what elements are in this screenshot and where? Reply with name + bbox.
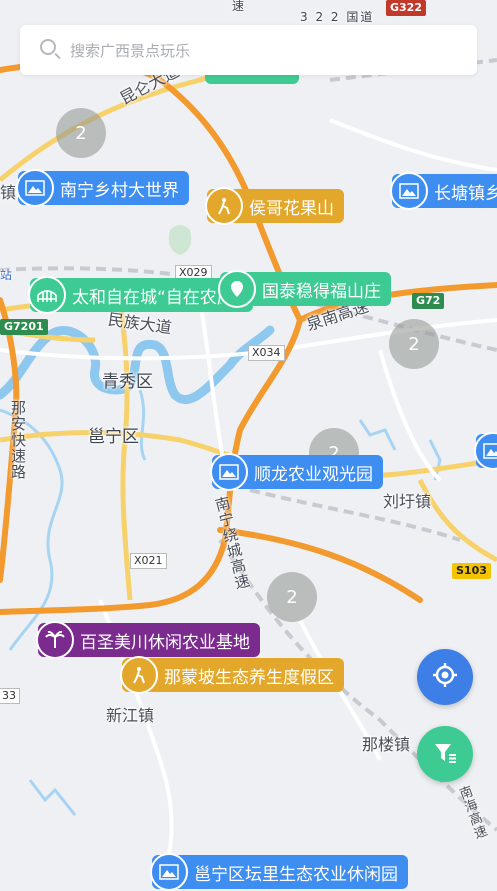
shield-g72: G72 (412, 293, 445, 309)
cluster-marker[interactable]: 2 (267, 572, 317, 622)
cluster-marker[interactable]: 2 (389, 319, 439, 369)
shield-x021: X021 (130, 553, 167, 569)
road-label-top: 速 (232, 0, 245, 13)
poi-label: 百圣美川休闲农业基地 (80, 632, 250, 653)
search-bar[interactable] (20, 25, 477, 77)
target-icon (431, 661, 459, 693)
shield-g322: G322 (386, 0, 426, 16)
mountain-icon (210, 453, 248, 491)
poi-marker[interactable]: 那蒙坡生态养生度假区 (120, 656, 344, 694)
place-liuxu: 刘圩镇 (383, 492, 432, 511)
poi-marker[interactable]: 长塘镇乡 (390, 172, 497, 210)
poi-label: 国泰稳得福山庄 (262, 281, 381, 302)
search-icon (40, 39, 56, 55)
place-zhen-partial: 镇 (0, 183, 17, 202)
place-zhan-partial: 站 (0, 268, 13, 282)
poi-marker[interactable]: 侯哥花果山 (205, 187, 344, 225)
mountain-icon (16, 169, 54, 207)
shield-x034: X034 (248, 345, 285, 361)
filter-button[interactable] (417, 726, 473, 782)
road-label-322: 3 2 2 国道 (300, 10, 375, 24)
poi-label: 太和自在城“自在农庄” (72, 287, 243, 308)
place-yongning: 邕宁区 (88, 427, 139, 447)
pin-icon (218, 270, 256, 308)
locate-button[interactable] (417, 649, 473, 705)
poi-marker[interactable]: 南宁乡村大世界 (16, 169, 189, 207)
poi-marker[interactable]: 顺龙农业观光园 (210, 453, 383, 491)
poi-label: 长塘镇乡 (434, 183, 497, 204)
poi-marker[interactable]: 百圣美川休闲农业基地 (36, 621, 260, 659)
poi-label: 顺龙农业观光园 (254, 464, 373, 485)
filter-icon (431, 738, 459, 770)
place-xinjiang: 新江镇 (106, 706, 155, 725)
place-qingxiu: 青秀区 (102, 372, 153, 392)
shield-edge: 33 (0, 688, 20, 704)
poi-label: 邕宁区坛里生态农业休闲园 (194, 864, 398, 885)
poi-label: 南宁乡村大世界 (60, 180, 179, 201)
cluster-marker[interactable]: 2 (56, 108, 106, 158)
mountain-icon (474, 432, 497, 470)
bridge-icon (28, 276, 66, 314)
shield-g7201: G7201 (0, 319, 48, 335)
road-label-naan: 那安快速路 (9, 400, 27, 480)
poi-marker-partial[interactable] (474, 432, 497, 470)
shield-s103: S103 (452, 563, 491, 579)
poi-label: 侯哥花果山 (249, 198, 334, 219)
poi-marker[interactable]: 国泰稳得福山庄 (218, 270, 391, 308)
poi-label: 那蒙坡生态养生度假区 (164, 667, 334, 688)
place-nalou: 那楼镇 (362, 735, 411, 754)
hiker-icon (205, 187, 243, 225)
search-input[interactable] (68, 25, 452, 77)
mountain-icon (390, 172, 428, 210)
palm-tree-icon (36, 621, 74, 659)
poi-marker[interactable]: 邕宁区坛里生态农业休闲园 (150, 853, 408, 891)
hiker-icon (120, 656, 158, 694)
mountain-icon (150, 853, 188, 891)
